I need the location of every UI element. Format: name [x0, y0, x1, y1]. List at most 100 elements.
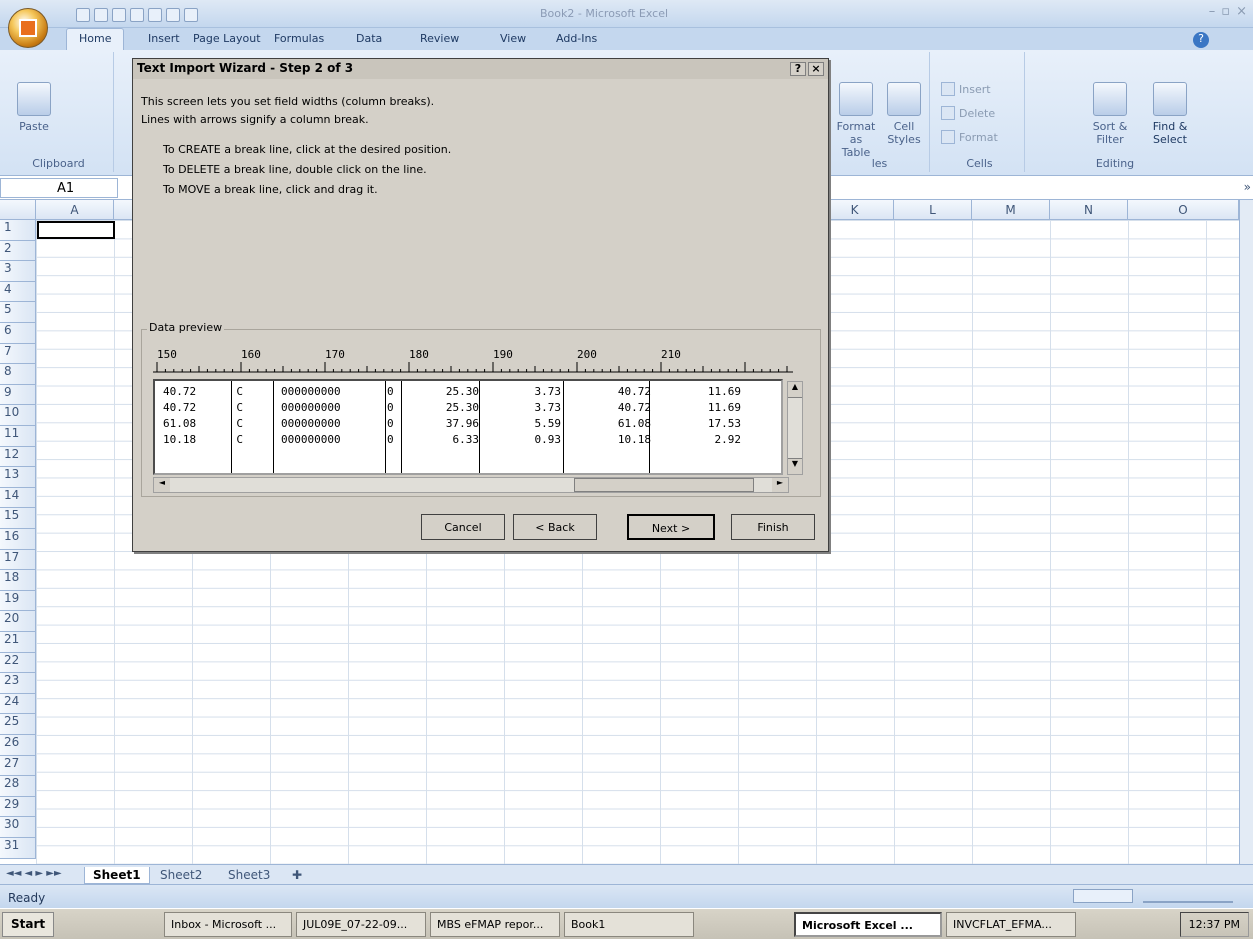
column-break-line[interactable] [385, 381, 386, 473]
sort-filter-button[interactable]: Sort & Filter [1080, 82, 1140, 146]
close-window-icon[interactable]: × [1236, 4, 1247, 19]
row-header[interactable]: 8 [0, 364, 36, 385]
column-break-line[interactable] [563, 381, 564, 473]
delete-button[interactable]: Delete [941, 106, 995, 120]
scroll-thumb[interactable] [574, 478, 754, 492]
tab-formulas[interactable]: Formulas [274, 32, 324, 45]
cancel-button[interactable]: Cancel [421, 514, 505, 540]
task-jul09e[interactable]: JUL09E_07-22-09... [296, 912, 426, 937]
redo-icon[interactable] [112, 8, 126, 22]
row-header[interactable]: 9 [0, 384, 36, 406]
column-header[interactable]: L [894, 200, 972, 220]
format-button[interactable]: Format [941, 130, 998, 144]
maximize-icon[interactable]: ▫ [1221, 4, 1230, 19]
tab-page-layout[interactable]: Page Layout [193, 32, 261, 45]
new-icon[interactable] [130, 8, 144, 22]
row-header[interactable]: 31 [0, 838, 36, 859]
task-invcflat[interactable]: INVCFLAT_EFMA... [946, 912, 1076, 937]
find-select-button[interactable]: Find & Select [1140, 82, 1200, 146]
view-buttons[interactable] [1073, 889, 1133, 903]
spelling-icon[interactable] [166, 8, 180, 22]
row-header[interactable]: 6 [0, 323, 36, 344]
print-icon[interactable] [148, 8, 162, 22]
back-button[interactable]: < Back [513, 514, 597, 540]
row-header[interactable]: 12 [0, 446, 36, 468]
active-cell[interactable] [37, 221, 115, 239]
dialog-help-button[interactable]: ? [790, 62, 806, 76]
name-box[interactable]: A1 [0, 178, 118, 198]
insert-sheet-icon[interactable]: ✚ [284, 867, 310, 884]
sheet-tab-2[interactable]: Sheet2 [152, 867, 210, 884]
sort-icon[interactable] [184, 8, 198, 22]
tab-home[interactable]: Home [66, 28, 125, 50]
task-mbs-report[interactable]: MBS eFMAP repor... [430, 912, 560, 937]
tab-view[interactable]: View [500, 32, 526, 45]
row-header[interactable]: 19 [0, 590, 36, 612]
column-header[interactable]: M [972, 200, 1050, 220]
row-header[interactable]: 29 [0, 796, 36, 818]
row-header[interactable]: 4 [0, 281, 36, 303]
column-break-line[interactable] [401, 381, 402, 473]
column-break-line[interactable] [273, 381, 274, 473]
save-icon[interactable] [76, 8, 90, 22]
dialog-close-button[interactable]: × [808, 62, 824, 76]
row-header[interactable]: 15 [0, 508, 36, 529]
column-header[interactable]: N [1050, 200, 1128, 220]
row-header[interactable]: 24 [0, 693, 36, 715]
zoom-slider[interactable] [1143, 889, 1233, 903]
select-all-corner[interactable] [0, 200, 36, 220]
preview-horizontal-scrollbar[interactable]: ◄ ► [153, 477, 789, 493]
task-microsoft-excel[interactable]: Microsoft Excel ... [794, 912, 942, 937]
start-button[interactable]: Start [2, 912, 55, 937]
column-header[interactable]: A [36, 200, 114, 220]
row-header[interactable]: 30 [0, 817, 36, 838]
column-break-line[interactable] [231, 381, 232, 473]
preview-vertical-scrollbar[interactable]: ▲ ▼ [787, 381, 803, 475]
tab-add-ins[interactable]: Add-Ins [556, 32, 597, 45]
ruler[interactable]: 150 160 170 180 190 200 210 [153, 344, 793, 378]
row-header[interactable]: 27 [0, 755, 36, 777]
expand-formula-icon[interactable]: » [1244, 180, 1251, 194]
cell-styles-button[interactable]: Cell Styles [882, 82, 926, 146]
sheet-nav-icons[interactable]: ◄◄ ◄ ► ►► [6, 868, 62, 879]
tab-review[interactable]: Review [420, 32, 459, 45]
help-icon[interactable]: ? [1193, 32, 1209, 48]
scroll-left-icon[interactable]: ◄ [154, 478, 170, 492]
row-header[interactable]: 2 [0, 240, 36, 262]
row-header[interactable]: 7 [0, 343, 36, 365]
office-button[interactable] [8, 8, 48, 48]
row-header[interactable]: 17 [0, 549, 36, 571]
undo-icon[interactable] [94, 8, 108, 22]
row-header[interactable]: 18 [0, 570, 36, 591]
row-header[interactable]: 22 [0, 652, 36, 674]
row-header[interactable]: 26 [0, 735, 36, 756]
row-header[interactable]: 23 [0, 673, 36, 694]
task-book1[interactable]: Book1 [564, 912, 694, 937]
tab-data[interactable]: Data [356, 32, 382, 45]
paste-button[interactable]: Paste [14, 82, 54, 133]
row-header[interactable]: 3 [0, 261, 36, 282]
column-header[interactable]: O [1128, 200, 1239, 220]
row-header[interactable]: 28 [0, 776, 36, 797]
task-inbox[interactable]: Inbox - Microsoft ... [164, 912, 292, 937]
data-preview-pane[interactable]: 40.72 C 000000000 0 25.30 3.73 40.72 11.69 40.72… [153, 379, 783, 475]
row-header[interactable]: 13 [0, 467, 36, 488]
scroll-right-icon[interactable]: ► [772, 478, 788, 492]
finish-button[interactable]: Finish [731, 514, 815, 540]
tab-insert[interactable]: Insert [148, 32, 180, 45]
minimize-icon[interactable]: – [1209, 4, 1216, 19]
next-button[interactable]: Next > [627, 514, 715, 540]
row-header[interactable]: 21 [0, 632, 36, 653]
sheet-tab-3[interactable]: Sheet3 [220, 867, 278, 884]
row-header[interactable]: 20 [0, 611, 36, 632]
insert-button[interactable]: Insert [941, 82, 991, 96]
sheet-tab-1[interactable]: Sheet1 [84, 867, 150, 884]
row-header[interactable]: 25 [0, 714, 36, 735]
column-break-line[interactable] [479, 381, 480, 473]
row-header[interactable]: 14 [0, 487, 36, 509]
row-header[interactable]: 10 [0, 405, 36, 426]
scroll-down-icon[interactable]: ▼ [788, 458, 802, 474]
column-break-line[interactable] [649, 381, 650, 473]
row-header[interactable]: 16 [0, 529, 36, 550]
format-table-button[interactable]: Format as Table [834, 82, 878, 159]
